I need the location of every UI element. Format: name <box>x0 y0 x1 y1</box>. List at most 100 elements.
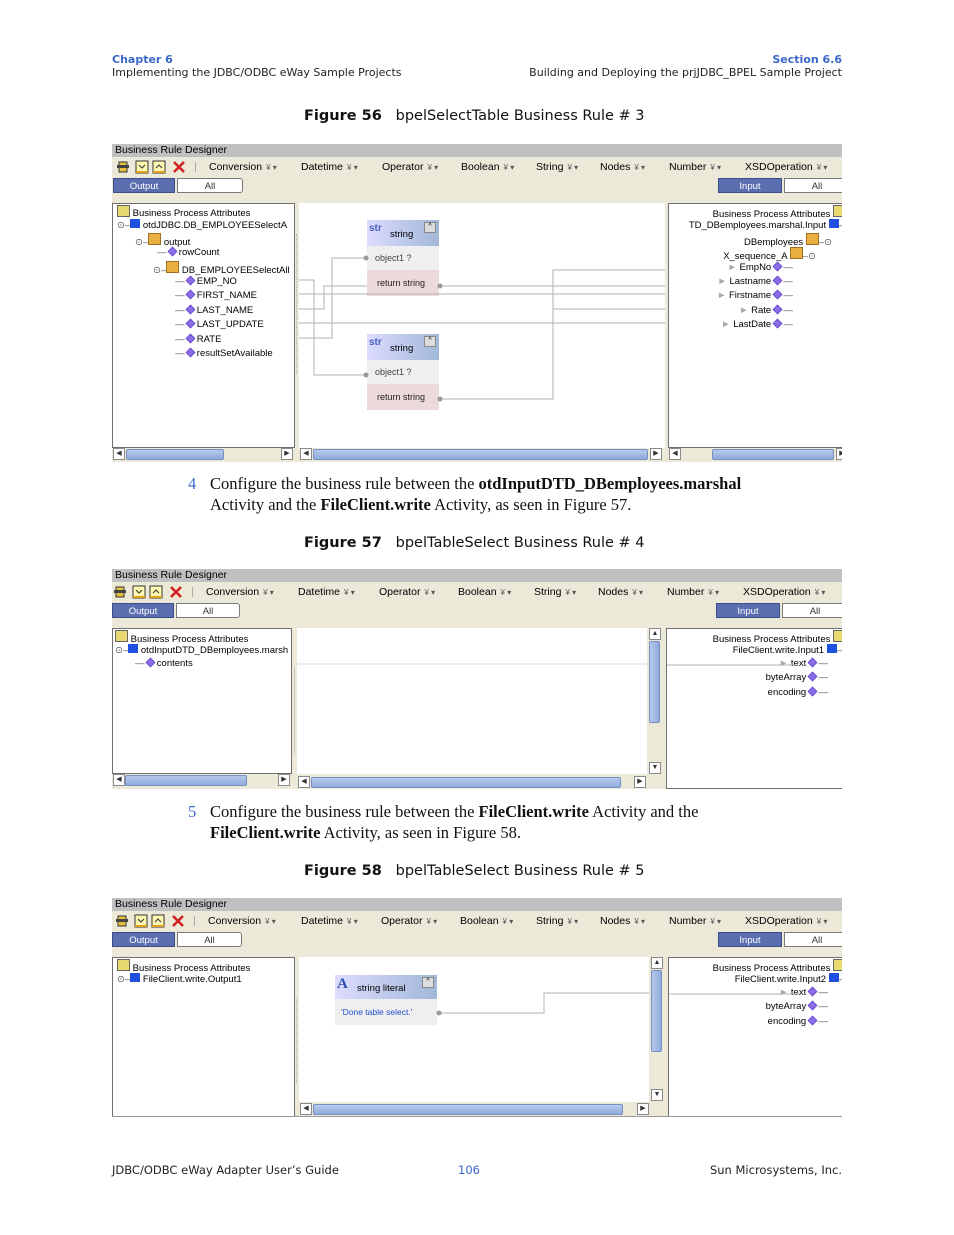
scroll-thumb[interactable] <box>126 449 224 460</box>
scroll-thumb[interactable] <box>313 1104 623 1115</box>
menu-datetime[interactable]: Datetime ¥ ▾ <box>301 915 358 927</box>
menu-conversion[interactable]: Conversion ¥ ▾ <box>209 161 277 173</box>
menu-number[interactable]: Number ¥ ▾ <box>669 161 721 173</box>
scroll-down-button[interactable]: ▼ <box>651 1089 663 1101</box>
scroll-thumb[interactable] <box>311 777 621 788</box>
tab-output[interactable]: Output <box>112 932 175 947</box>
canvas-hscrollbar[interactable]: ◀ ▶ <box>299 1103 649 1116</box>
move-up-icon[interactable] <box>149 585 163 599</box>
menu-string[interactable]: String ¥ ▾ <box>536 915 578 927</box>
tree-item-otd-input[interactable]: ⊙– otdInputDTD_DBemployees.marsh <box>115 644 288 657</box>
tree-item-emp-no[interactable]: — EMP_NO <box>175 275 237 288</box>
rule-canvas[interactable] <box>297 628 647 774</box>
menu-operator[interactable]: Operator ¥ ▾ <box>381 915 437 927</box>
scroll-right-button[interactable]: ▶ <box>637 1103 649 1115</box>
tree-item-last-name[interactable]: — LAST_NAME <box>175 304 253 317</box>
rule-canvas[interactable]: Astring literal ^ 'Done table select.' <box>299 957 649 1102</box>
scroll-right-button[interactable]: ▶ <box>281 448 293 460</box>
menu-nodes[interactable]: Nodes ¥ ▾ <box>600 915 645 927</box>
rule-canvas[interactable]: str string ^ object1 ? return string str st… <box>299 203 665 448</box>
move-down-icon[interactable] <box>134 914 148 928</box>
move-up-icon[interactable] <box>152 160 166 174</box>
menu-conversion[interactable]: Conversion ¥ ▾ <box>206 586 274 598</box>
output-hscrollbar[interactable]: ◀ ▶ <box>112 448 295 461</box>
delete-icon[interactable] <box>171 914 185 928</box>
menu-number[interactable]: Number ¥ ▾ <box>669 915 721 927</box>
scroll-left-button[interactable]: ◀ <box>113 774 125 786</box>
tab-input-all[interactable]: All <box>784 178 842 193</box>
scroll-thumb[interactable] <box>712 449 834 460</box>
add-rule-icon[interactable] <box>113 585 127 599</box>
menu-xsdoperation[interactable]: XSDOperation ¥ ▾ <box>743 586 825 598</box>
tree-item-lastname[interactable]: ► Lastname — <box>717 275 793 288</box>
tree-item-otd[interactable]: ⊙– otdJDBC.DB_EMPLOYEESelectA <box>117 219 287 232</box>
splitter-handle[interactable] <box>294 669 298 754</box>
add-rule-icon[interactable] <box>115 914 129 928</box>
menu-operator[interactable]: Operator ¥ ▾ <box>379 586 435 598</box>
menu-string[interactable]: String ¥ ▾ <box>536 161 578 173</box>
move-down-icon[interactable] <box>135 160 149 174</box>
scroll-left-button[interactable]: ◀ <box>669 448 681 460</box>
scroll-right-button[interactable]: ▶ <box>836 448 842 460</box>
tree-item-marshal-input[interactable]: TD_DBemployees.marshal.Input –⊙ <box>689 219 842 232</box>
tree-root[interactable]: Business Process Attributes <box>117 205 250 220</box>
canvas-vscrollbar[interactable]: ▲ ▼ <box>650 957 664 1103</box>
menu-operator[interactable]: Operator ¥ ▾ <box>382 161 438 173</box>
input-hscrollbar[interactable]: ◀ ▶ <box>668 448 842 461</box>
scroll-thumb[interactable] <box>651 970 662 1052</box>
canvas-hscrollbar[interactable]: ◀ ▶ <box>299 448 665 461</box>
tab-output-all[interactable]: All <box>177 932 242 947</box>
move-down-icon[interactable] <box>132 585 146 599</box>
scroll-right-button[interactable]: ▶ <box>650 448 662 460</box>
menu-xsdoperation[interactable]: XSDOperation ¥ ▾ <box>745 915 827 927</box>
menu-xsdoperation[interactable]: XSDOperation ¥ ▾ <box>745 161 827 173</box>
tree-item-filewrite-output1[interactable]: ⊙– FileClient.write.Output1 <box>117 973 242 986</box>
tree-item-bytearray[interactable]: byteArray — <box>766 671 828 684</box>
scroll-up-button[interactable]: ▲ <box>649 628 661 640</box>
menu-boolean[interactable]: Boolean ¥ ▾ <box>460 915 513 927</box>
scroll-left-button[interactable]: ◀ <box>300 448 312 460</box>
tab-output[interactable]: Output <box>112 603 174 618</box>
splitter-handle[interactable] <box>296 234 300 374</box>
output-hscrollbar[interactable]: ◀ ▶ <box>112 774 292 787</box>
menu-datetime[interactable]: Datetime ¥ ▾ <box>298 586 355 598</box>
tree-item-contents[interactable]: — contents <box>135 657 193 670</box>
tab-input-all[interactable]: All <box>782 603 842 618</box>
tree-item-x-sequence-a[interactable]: X_sequence_A –⊙ <box>723 247 816 263</box>
tree-item-bytearray[interactable]: byteArray — <box>766 1000 828 1013</box>
canvas-hscrollbar[interactable]: ◀ ▶ <box>297 776 647 789</box>
menu-boolean[interactable]: Boolean ¥ ▾ <box>458 586 511 598</box>
scroll-thumb[interactable] <box>313 449 648 460</box>
move-up-icon[interactable] <box>151 914 165 928</box>
scroll-left-button[interactable]: ◀ <box>298 776 310 788</box>
scroll-left-button[interactable]: ◀ <box>300 1103 312 1115</box>
menu-string[interactable]: String ¥ ▾ <box>534 586 576 598</box>
tree-item-first-name[interactable]: — FIRST_NAME <box>175 289 257 302</box>
menu-datetime[interactable]: Datetime ¥ ▾ <box>301 161 358 173</box>
tree-item-last-update[interactable]: — LAST_UPDATE <box>175 318 264 331</box>
tab-input-all[interactable]: All <box>784 932 842 947</box>
scroll-down-button[interactable]: ▼ <box>649 762 661 774</box>
tab-input[interactable]: Input <box>718 178 782 193</box>
scroll-thumb[interactable] <box>649 641 660 723</box>
scroll-right-button[interactable]: ▶ <box>634 776 646 788</box>
tree-item-encoding[interactable]: encoding — <box>768 1015 828 1028</box>
menu-nodes[interactable]: Nodes ¥ ▾ <box>600 161 645 173</box>
canvas-vscrollbar[interactable]: ▲ ▼ <box>648 628 662 776</box>
menu-boolean[interactable]: Boolean ¥ ▾ <box>461 161 514 173</box>
tree-item-rate[interactable]: ► Rate — <box>739 304 793 317</box>
menu-number[interactable]: Number ¥ ▾ <box>667 586 719 598</box>
tree-item-filewrite-input1[interactable]: FileClient.write.Input1 –⊙ <box>733 644 842 657</box>
splitter-handle[interactable] <box>296 998 300 1083</box>
tab-input[interactable]: Input <box>716 603 780 618</box>
tab-input[interactable]: Input <box>718 932 782 947</box>
tree-item-firstname[interactable]: ► Firstname — <box>717 289 793 302</box>
tree-item-rate[interactable]: — RATE <box>175 333 221 346</box>
tab-output-all[interactable]: All <box>176 603 240 618</box>
menu-conversion[interactable]: Conversion ¥ ▾ <box>208 915 276 927</box>
delete-icon[interactable] <box>172 160 186 174</box>
scroll-thumb[interactable] <box>125 775 247 786</box>
menu-nodes[interactable]: Nodes ¥ ▾ <box>598 586 643 598</box>
tree-item-filewrite-input2[interactable]: FileClient.write.Input2 –⊙ <box>735 973 842 986</box>
tree-item-empno[interactable]: ► EmpNo — <box>727 261 793 274</box>
